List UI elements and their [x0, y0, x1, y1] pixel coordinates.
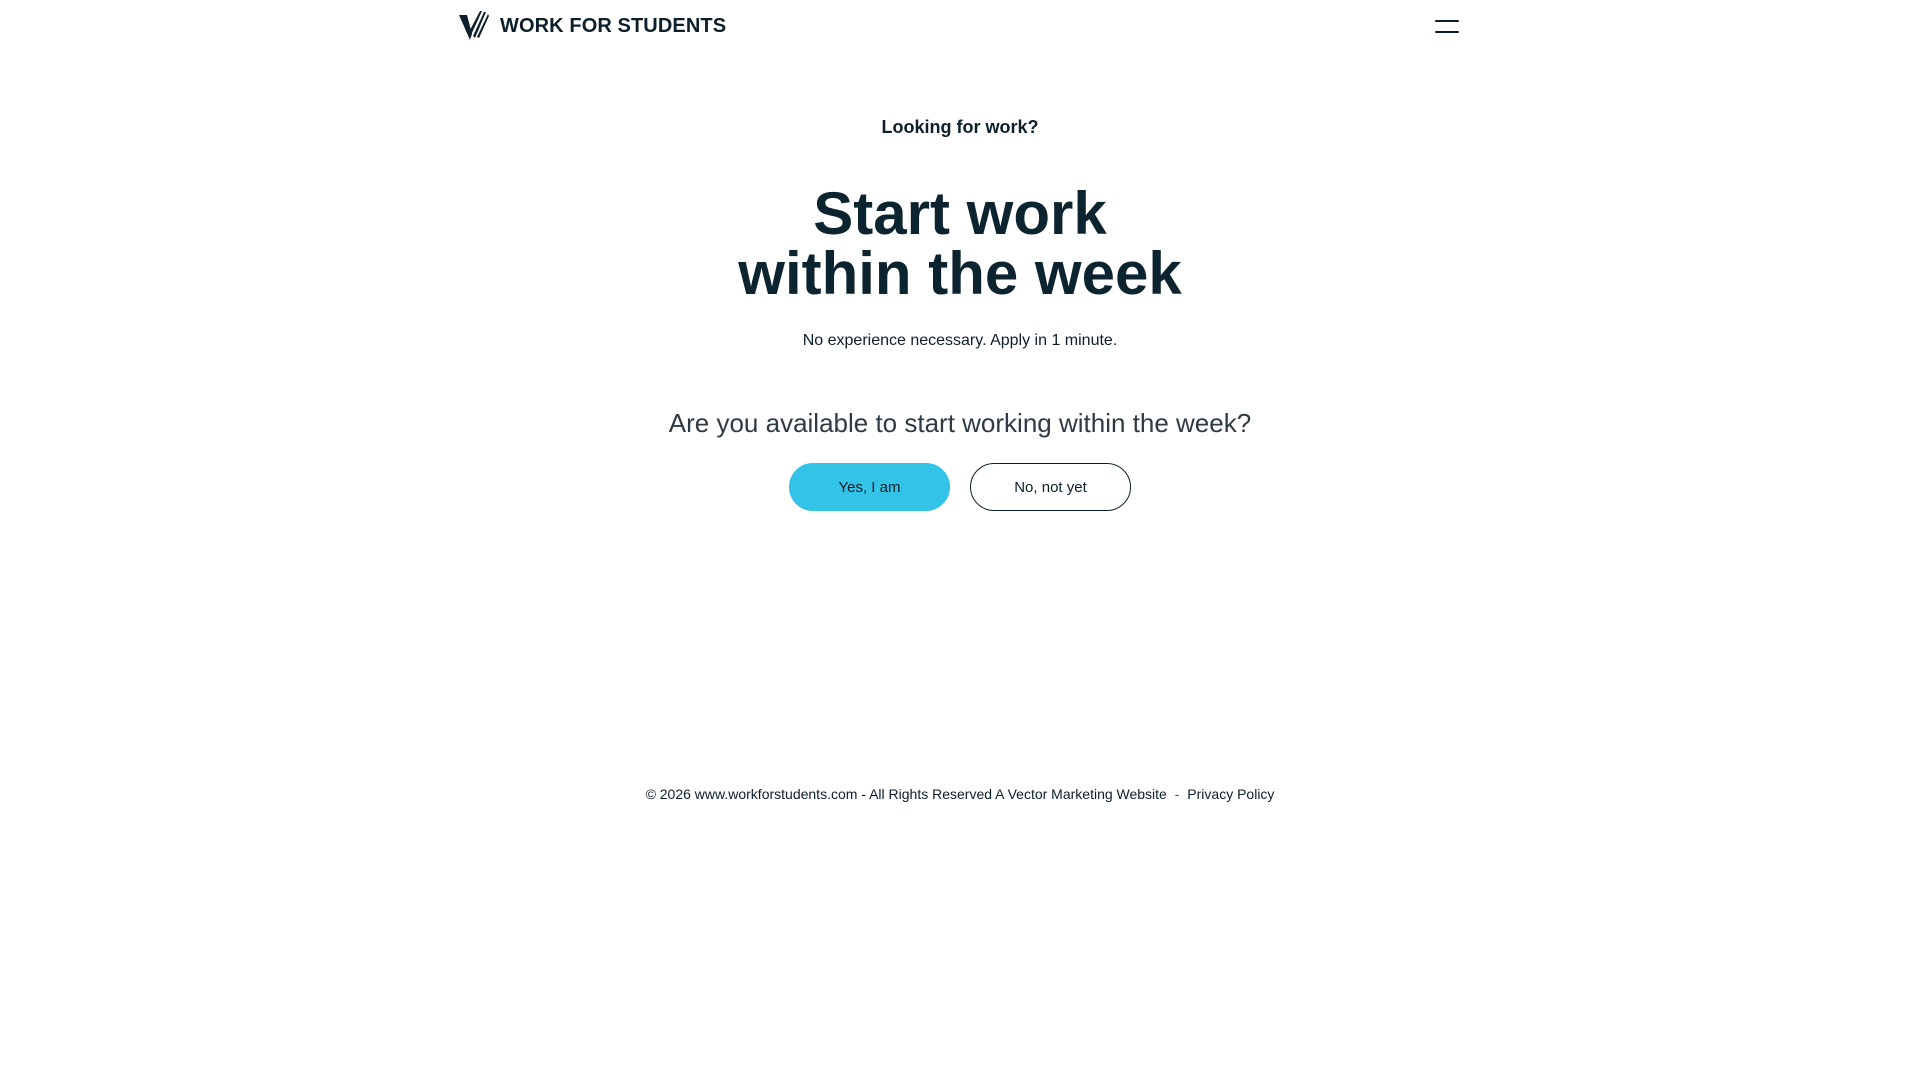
site-footer: © 2026 www.workforstudents.com - All Rig…: [0, 786, 1920, 802]
availability-question: Are you available to start working withi…: [668, 408, 1252, 438]
brand-home-link[interactable]: WORK FOR STUDENTS: [458, 10, 726, 42]
hero-headline-line-1: Start work: [813, 180, 1107, 247]
hero-eyebrow: Looking for work?: [881, 117, 1039, 137]
vector-v-logo-icon: [458, 10, 490, 42]
site-header: WORK FOR STUDENTS: [0, 0, 1920, 60]
footer-copyright: © 2026 www.workforstudents.com - All Rig…: [645, 786, 1167, 802]
hamburger-menu-icon-line: [1435, 30, 1459, 33]
no-button[interactable]: No, not yet: [970, 463, 1131, 511]
footer-separator: -: [1174, 786, 1180, 802]
menu-button[interactable]: [1430, 12, 1464, 40]
hero-headline: Start work within the week: [0, 184, 1920, 304]
brand-name: WORK FOR STUDENTS: [500, 15, 727, 37]
hero-headline-line-2: within the week: [738, 240, 1182, 307]
hamburger-menu-icon: [1435, 19, 1459, 22]
privacy-policy-link[interactable]: Privacy Policy: [1187, 786, 1274, 802]
availability-actions: Yes, I am No, not yet: [0, 463, 1920, 511]
yes-button[interactable]: Yes, I am: [789, 463, 950, 511]
hero-subtext: No experience necessary. Apply in 1 minu…: [802, 332, 1118, 349]
